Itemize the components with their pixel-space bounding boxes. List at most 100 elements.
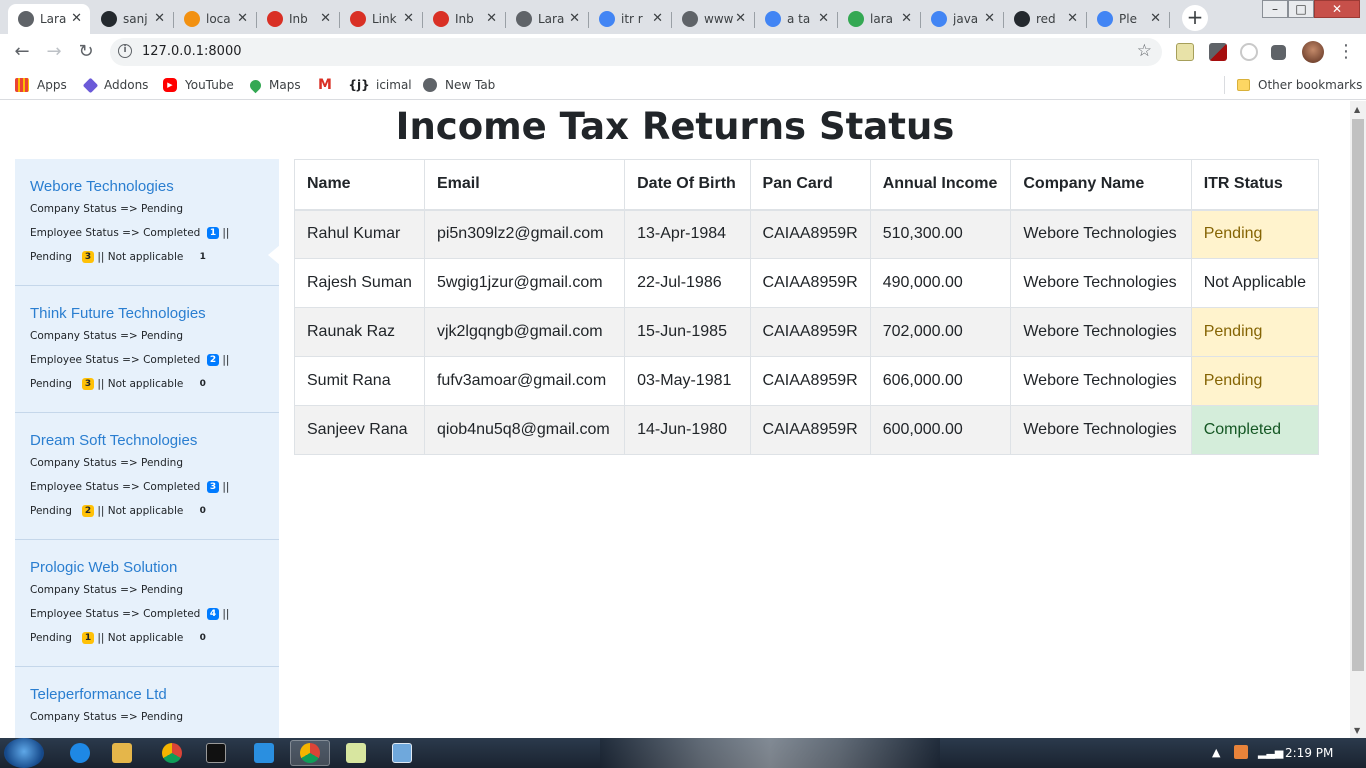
browser-tab[interactable]: Inb ✕	[423, 4, 506, 34]
close-tab-icon[interactable]: ✕	[652, 11, 663, 26]
close-tab-icon[interactable]: ✕	[154, 11, 165, 26]
close-tab-icon[interactable]: ✕	[1150, 11, 1161, 26]
close-tab-icon[interactable]: ✕	[403, 11, 414, 26]
addons-icon	[82, 77, 99, 93]
taskbar-explorer[interactable]	[102, 740, 142, 766]
cell-income: 606,000.00	[869, 356, 1012, 406]
browser-tab[interactable]: Link ✕	[340, 4, 423, 34]
company-name-link[interactable]: Webore Technologies	[30, 177, 279, 197]
browser-tab[interactable]: a ta ✕	[755, 4, 838, 34]
taskbar-chrome-active[interactable]	[290, 740, 330, 766]
forward-button[interactable]: →	[42, 40, 66, 64]
taskbar-vscode[interactable]	[244, 740, 284, 766]
address-bar[interactable]: i 127.0.0.1:8000 ☆	[110, 38, 1162, 66]
company-name-link[interactable]: Prologic Web Solution	[30, 558, 279, 578]
close-tab-icon[interactable]: ✕	[71, 11, 82, 26]
gmail-icon	[433, 11, 449, 27]
tab-title: sanj	[123, 12, 148, 26]
close-tab-icon[interactable]: ✕	[818, 11, 829, 26]
close-tab-icon[interactable]: ✕	[237, 11, 248, 26]
taskbar-cmd[interactable]	[196, 740, 236, 766]
browser-tab[interactable]: Inb ✕	[257, 4, 340, 34]
page-scrollbar[interactable]: ▲ ▼	[1350, 101, 1366, 738]
network-signal-icon[interactable]: ▂▃▅	[1258, 746, 1283, 759]
bookmark-gmail[interactable]: M	[318, 76, 340, 94]
company-name-link[interactable]: Dream Soft Technologies	[30, 431, 279, 451]
show-hidden-icons-icon[interactable]: ▲	[1212, 746, 1220, 759]
company-card[interactable]: Webore Technologies Company Status => Pe…	[15, 159, 280, 286]
address-url[interactable]: 127.0.0.1:8000	[142, 44, 242, 59]
company-card[interactable]: Prologic Web Solution Company Status => …	[15, 540, 279, 667]
taskbar-notepad[interactable]	[336, 740, 376, 766]
site-info-icon[interactable]: i	[118, 44, 132, 58]
completed-count-badge: 2	[207, 354, 220, 366]
bookmark-youtube[interactable]: ▶ YouTube	[163, 76, 234, 94]
maximize-button[interactable]: □	[1288, 0, 1314, 18]
bookmark-new-tab[interactable]: New Tab	[423, 76, 495, 94]
taskbar-clock[interactable]: 2:19 PM	[1285, 746, 1333, 760]
browser-tab[interactable]: Ple ✕	[1087, 4, 1170, 34]
pending-label: Pending	[30, 378, 72, 390]
close-tab-icon[interactable]: ✕	[735, 11, 746, 26]
back-button[interactable]: ←	[10, 40, 34, 64]
extensions-puzzle-icon[interactable]	[1271, 45, 1286, 60]
browser-tab[interactable]: Lara ✕	[506, 4, 589, 34]
browser-tab[interactable]: lara ✕	[838, 4, 921, 34]
close-tab-icon[interactable]: ✕	[486, 11, 497, 26]
chrome-menu-icon[interactable]: ⋮	[1334, 40, 1358, 64]
close-tab-icon[interactable]: ✕	[320, 11, 331, 26]
github-icon	[101, 11, 117, 27]
browser-tab[interactable]: itr r ✕	[589, 4, 672, 34]
bookmark-addons[interactable]: Addons	[82, 76, 148, 94]
cell-itr-status: Completed	[1190, 405, 1320, 455]
folder-icon	[1237, 79, 1250, 91]
bookmark-star-icon[interactable]: ☆	[1137, 41, 1152, 61]
browser-tab[interactable]: Lara ✕	[8, 4, 90, 34]
minimize-button[interactable]: –	[1262, 0, 1288, 18]
close-window-button[interactable]: ✕	[1314, 0, 1360, 18]
profile-avatar[interactable]	[1302, 41, 1324, 63]
google-icon	[931, 11, 947, 27]
company-card[interactable]: Dream Soft Technologies Company Status =…	[15, 413, 279, 540]
bookmarks-bar: Apps Addons ▶ YouTube Maps M {j} icimal …	[0, 70, 1366, 100]
company-card[interactable]: Teleperformance Ltd Company Status => Pe…	[15, 667, 279, 738]
other-bookmarks[interactable]: Other bookmarks	[1237, 76, 1362, 94]
employee-status: Employee Status => Completed 2 ||	[30, 354, 230, 366]
cell-company: Webore Technologies	[1010, 405, 1192, 455]
tab-title: lara	[870, 12, 893, 26]
bookmark-label: Maps	[269, 78, 301, 92]
taskbar-ie[interactable]	[60, 740, 100, 766]
reload-button[interactable]: ↻	[74, 40, 98, 64]
browser-tab[interactable]: sanj ✕	[91, 4, 174, 34]
scrollbar-thumb[interactable]	[1352, 119, 1364, 671]
company-name-link[interactable]: Teleperformance Ltd	[30, 685, 279, 705]
scroll-up-arrow-icon[interactable]: ▲	[1354, 105, 1360, 114]
tab-title: loca	[206, 12, 231, 26]
bookmark-maps[interactable]: Maps	[247, 76, 301, 94]
browser-tab[interactable]: red ✕	[1004, 4, 1087, 34]
employee-status: Employee Status => Completed 4 ||	[30, 608, 230, 620]
bookmark-apps[interactable]: Apps	[15, 76, 67, 94]
color-picker-extension-icon[interactable]	[1209, 43, 1227, 61]
new-tab-button[interactable]: +	[1182, 5, 1208, 31]
close-tab-icon[interactable]: ✕	[901, 11, 912, 26]
taskbar-chrome[interactable]	[152, 740, 192, 766]
taskbar-window[interactable]	[382, 740, 422, 766]
notes-extension-icon[interactable]	[1176, 43, 1194, 61]
browser-tab[interactable]: www ✕	[672, 4, 755, 34]
cell-email: fufv3amoar@gmail.com	[423, 356, 626, 406]
not-applicable-label: || Not applicable	[97, 505, 184, 517]
timer-extension-icon[interactable]	[1240, 43, 1258, 61]
company-status: Company Status => Pending	[30, 457, 183, 469]
close-tab-icon[interactable]: ✕	[984, 11, 995, 26]
start-button[interactable]	[4, 738, 44, 768]
company-card[interactable]: Think Future Technologies Company Status…	[15, 286, 279, 413]
bookmark-icimal[interactable]: {j} icimal	[348, 76, 411, 94]
tray-app-icon[interactable]	[1234, 745, 1248, 759]
close-tab-icon[interactable]: ✕	[1067, 11, 1078, 26]
close-tab-icon[interactable]: ✕	[569, 11, 580, 26]
scroll-down-arrow-icon[interactable]: ▼	[1354, 726, 1360, 735]
browser-tab[interactable]: loca ✕	[174, 4, 257, 34]
browser-tab[interactable]: java ✕	[921, 4, 1004, 34]
company-name-link[interactable]: Think Future Technologies	[30, 304, 279, 324]
